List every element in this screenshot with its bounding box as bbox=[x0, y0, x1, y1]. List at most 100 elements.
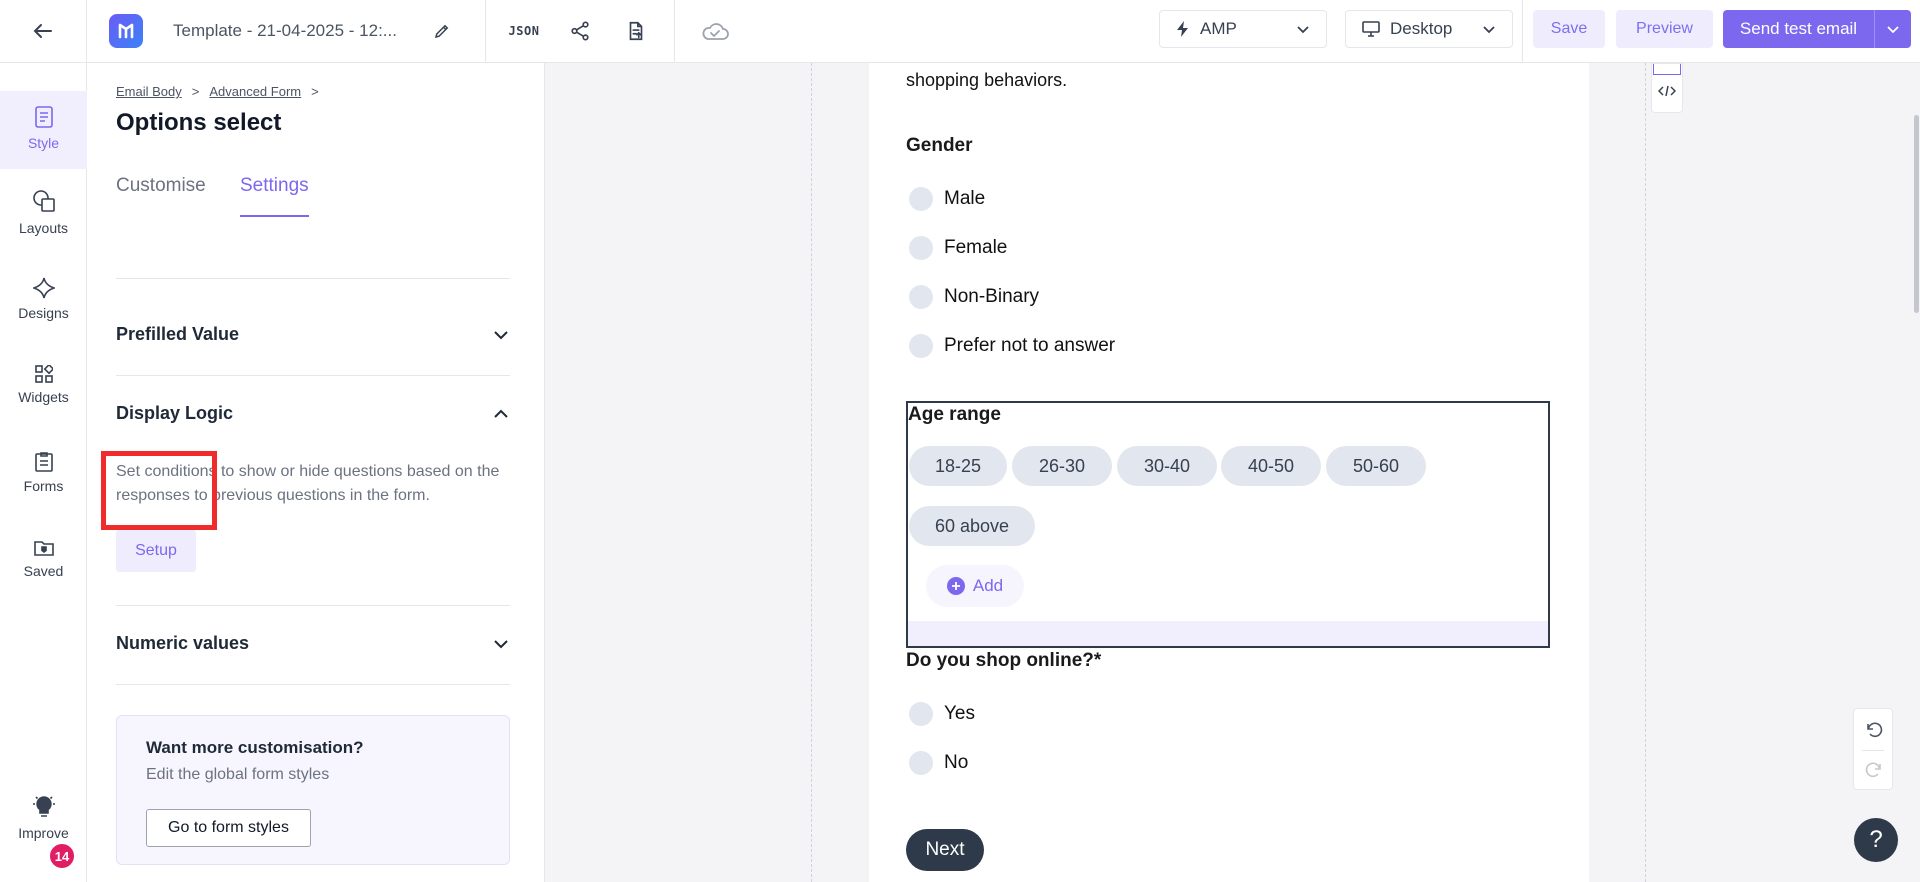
radio-label: Female bbox=[944, 237, 1008, 258]
device-dropdown[interactable]: Desktop bbox=[1345, 10, 1513, 48]
format-dropdown[interactable]: AMP bbox=[1159, 10, 1327, 48]
rail-item-forms[interactable]: Forms bbox=[0, 452, 87, 494]
left-rail: Style Layouts Designs Widgets Forms Save… bbox=[0, 63, 87, 882]
option-chip[interactable]: 60 above bbox=[909, 506, 1035, 546]
chevron-down-icon bbox=[1297, 26, 1309, 34]
chevron-down-icon bbox=[494, 639, 508, 648]
go-to-form-styles-button[interactable]: Go to form styles bbox=[146, 809, 311, 847]
rail-item-saved[interactable]: Saved bbox=[0, 539, 87, 579]
option-chip[interactable]: 18-25 bbox=[909, 446, 1007, 486]
page-title: Options select bbox=[116, 109, 282, 136]
divider bbox=[116, 375, 510, 376]
undo-icon bbox=[1867, 722, 1883, 738]
back-button[interactable] bbox=[0, 0, 87, 63]
rail-label: Forms bbox=[23, 478, 64, 494]
radio-circle bbox=[909, 334, 933, 358]
radio-label: Prefer not to answer bbox=[944, 335, 1116, 356]
accordion-display-logic[interactable]: Display Logic bbox=[116, 403, 510, 424]
chevron-down-icon bbox=[1483, 26, 1495, 34]
divider bbox=[116, 684, 510, 685]
accordion-numeric-values[interactable]: Numeric values bbox=[116, 633, 510, 654]
json-button[interactable]: JSON bbox=[496, 0, 552, 63]
options-select-block[interactable]: Age range 18-25 26-30 30-40 40-50 50-60 … bbox=[906, 401, 1550, 648]
cloud-check-icon bbox=[702, 23, 729, 40]
tab-settings[interactable]: Settings bbox=[240, 175, 309, 217]
top-bar: Template - 21-04-2025 - 12:... JSON AMP … bbox=[0, 0, 1920, 63]
breadcrumb-email-body[interactable]: Email Body bbox=[116, 84, 182, 99]
selection-marker bbox=[1653, 64, 1681, 75]
divider bbox=[485, 0, 486, 63]
promo-title: Want more customisation? bbox=[146, 738, 364, 757]
saved-icon bbox=[33, 541, 54, 556]
option-chip[interactable]: 50-60 bbox=[1326, 446, 1426, 486]
arrow-left-icon bbox=[33, 24, 52, 38]
next-button[interactable]: Next bbox=[906, 829, 984, 871]
accordion-prefilled-value[interactable]: Prefilled Value bbox=[116, 324, 510, 345]
radio-circle bbox=[909, 751, 933, 775]
breadcrumb-advanced-form[interactable]: Advanced Form bbox=[209, 84, 301, 99]
rail-label: Designs bbox=[18, 305, 69, 321]
intro-text: shopping behaviors. bbox=[906, 70, 1068, 90]
pencil-icon bbox=[434, 24, 449, 39]
plus-circle-icon bbox=[946, 577, 965, 595]
divider bbox=[674, 0, 675, 63]
rail-item-layouts[interactable]: Layouts bbox=[0, 188, 87, 236]
rail-item-style[interactable]: Style bbox=[0, 91, 87, 169]
rail-label: Style bbox=[27, 135, 60, 151]
code-icon bbox=[1658, 85, 1676, 97]
help-button[interactable]: ? bbox=[1854, 818, 1898, 862]
block-footer-band bbox=[908, 621, 1548, 646]
email-preview: shopping behaviors. Gender Male Female N… bbox=[869, 63, 1589, 882]
option-chip[interactable]: 30-40 bbox=[1117, 446, 1217, 486]
chevron-down-icon bbox=[494, 330, 508, 339]
question-shop-online: Do you shop online?* bbox=[906, 650, 1102, 671]
widgets-icon bbox=[34, 365, 53, 383]
template-title[interactable]: Template - 21-04-2025 - 12:... bbox=[173, 21, 413, 41]
device-value: Desktop bbox=[1390, 19, 1453, 38]
notification-badge: 14 bbox=[48, 842, 76, 870]
undo-button[interactable] bbox=[1864, 720, 1884, 740]
canvas-scrollbar[interactable] bbox=[1914, 115, 1919, 313]
add-label: Add bbox=[972, 576, 1004, 595]
send-options-button[interactable] bbox=[1874, 10, 1911, 48]
accordion-title: Prefilled Value bbox=[116, 324, 240, 344]
rail-item-widgets[interactable]: Widgets bbox=[0, 365, 87, 405]
setup-button[interactable]: Setup bbox=[116, 530, 196, 572]
add-option-button[interactable]: Add bbox=[926, 565, 1024, 607]
radio-circle bbox=[909, 702, 933, 726]
radio-option[interactable]: Male bbox=[909, 187, 985, 211]
radio-option[interactable]: Prefer not to answer bbox=[909, 334, 1115, 358]
radio-label: Male bbox=[944, 188, 986, 209]
redo-icon bbox=[1865, 762, 1881, 778]
divider bbox=[116, 605, 510, 606]
option-chip[interactable]: 40-50 bbox=[1221, 446, 1321, 486]
designs-icon bbox=[32, 277, 55, 299]
radio-circle bbox=[909, 236, 933, 260]
tab-customise[interactable]: Customise bbox=[116, 175, 206, 217]
share-icon bbox=[571, 21, 589, 41]
code-view-button[interactable] bbox=[1658, 84, 1676, 98]
send-test-email-button[interactable]: Send test email bbox=[1723, 10, 1874, 48]
radio-option[interactable]: Non-Binary bbox=[909, 285, 1039, 309]
editor-canvas: shopping behaviors. Gender Male Female N… bbox=[545, 63, 1920, 882]
history-controls bbox=[1853, 708, 1893, 790]
canvas-guide bbox=[811, 63, 812, 882]
share-button[interactable] bbox=[552, 0, 608, 63]
rename-button[interactable] bbox=[433, 22, 451, 40]
save-button[interactable]: Save bbox=[1533, 10, 1605, 48]
radio-option[interactable]: No bbox=[909, 751, 968, 775]
block-tools bbox=[1651, 63, 1683, 113]
radio-option[interactable]: Female bbox=[909, 236, 1007, 260]
option-chip[interactable]: 26-30 bbox=[1012, 446, 1112, 486]
rail-item-improve[interactable]: Improve bbox=[0, 793, 87, 841]
preview-button[interactable]: Preview bbox=[1616, 10, 1713, 48]
app-logo[interactable] bbox=[109, 14, 143, 48]
rail-item-designs[interactable]: Designs bbox=[0, 277, 87, 321]
lightbulb-icon bbox=[32, 796, 55, 817]
layouts-icon bbox=[32, 190, 55, 212]
export-button[interactable] bbox=[608, 0, 664, 63]
radio-option[interactable]: Yes bbox=[909, 702, 975, 726]
annotation-highlight bbox=[101, 451, 217, 530]
redo-button[interactable] bbox=[1864, 760, 1884, 780]
cloud-sync-status bbox=[687, 0, 743, 63]
